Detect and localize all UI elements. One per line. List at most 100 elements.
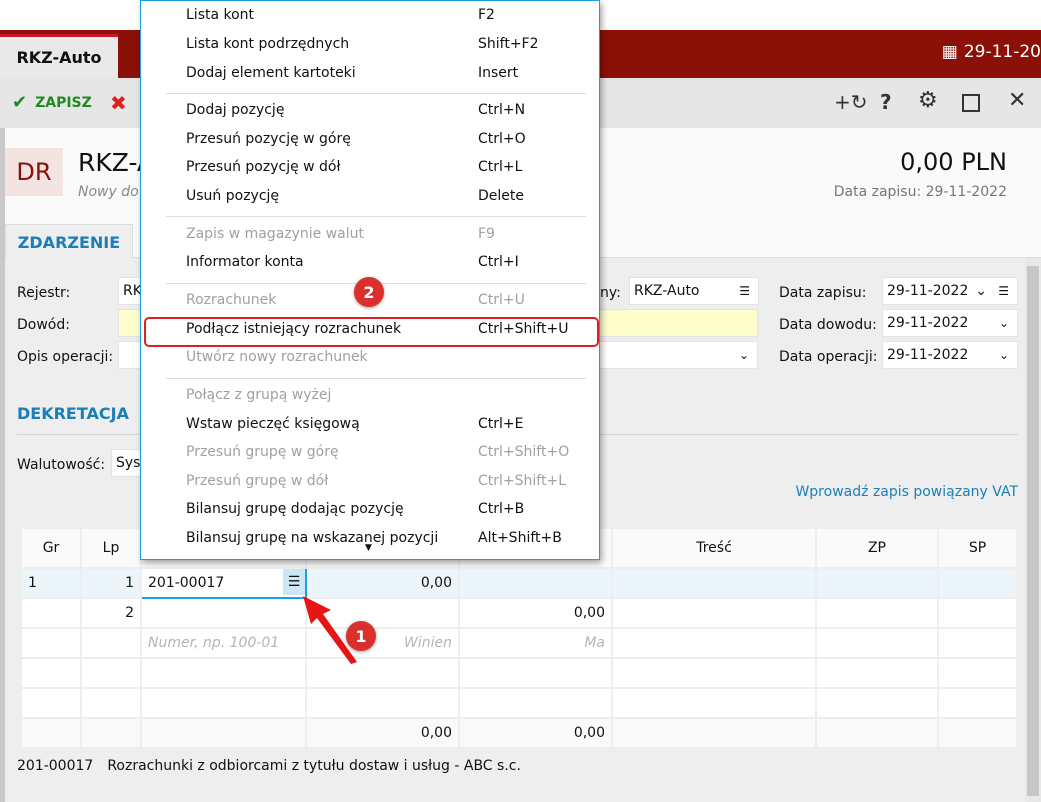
schema-label: ny: [600,285,621,301]
menu-item-shortcut: Ctrl+O [478,131,526,147]
vat-link[interactable]: Wprowadź zapis powiązany VAT [795,484,1018,500]
table-row-new[interactable]: Numer, np. 100-01 Winien Ma [20,627,1018,659]
menu-item-shortcut: Delete [478,188,524,204]
tab-zdarzenie[interactable]: ZDARZENIE [5,224,133,259]
save-label: ZAPISZ [35,94,92,111]
cell-tresc[interactable] [611,567,817,599]
cell-ma[interactable] [458,567,613,599]
menu-item-shortcut: Ctrl+Shift+O [478,444,570,460]
table-row-empty [20,687,1018,719]
col-sp[interactable]: SP [937,527,1018,569]
ma-placeholder[interactable]: Ma [458,627,613,659]
save-button[interactable]: ✔ ZAPISZ [12,92,92,113]
chevron-down-icon[interactable]: ⌄ [999,316,1009,330]
chevron-down-icon[interactable]: ⌄ [999,348,1009,362]
menu-item[interactable]: Lista kont F2 [186,7,596,23]
rejestr-label: Rejestr: [17,285,71,301]
record-date: Data zapisu: 29-11-2022 [833,184,1007,200]
konto-input[interactable]: 201-00017 ☰ [140,567,307,599]
menu-item[interactable]: Bilansuj grupę na wskazanej pozycji Alt+S… [186,530,596,546]
col-lp[interactable]: Lp [80,527,142,569]
data-zapisu-field[interactable]: 29-11-2022 ⌄ ☰ [882,277,1018,305]
cell-sp[interactable] [937,567,1018,599]
chevron-down-icon[interactable]: ⌄ [975,283,987,299]
chevron-down-icon[interactable]: ⌄ [739,348,749,362]
menu-item: Przesuń grupę w dół Ctrl+Shift+L [186,473,596,489]
total-winien: 0,00 [305,717,460,749]
menu-item[interactable]: Dodaj pozycję Ctrl+N [186,102,596,118]
maximize-icon[interactable] [962,94,980,112]
gear-icon[interactable]: ⚙ [918,88,938,113]
status-description: Rozrachunki z odbiorcami z tytułu dostaw… [107,758,521,774]
cell-tresc[interactable] [611,597,817,629]
close-icon[interactable]: ✕ [1008,88,1026,113]
konto-placeholder[interactable]: Numer, np. 100-01 [140,627,307,659]
data-zapisu-label: Data zapisu: [779,285,867,301]
menu-item-shortcut: Ctrl+U [478,292,525,308]
col-gr[interactable]: Gr [20,527,82,569]
menu-item-shortcut: Ctrl+L [478,159,523,175]
list-icon[interactable]: ☰ [998,284,1009,298]
menu-item: Zapis w magazynie walut F9 [186,226,596,242]
table-row[interactable]: 1 1 201-00017 ☰ 0,00 [20,567,1018,599]
menu-item-label: Bilansuj grupę dodając pozycję [186,501,404,517]
menu-item: Połącz z grupą wyżej [186,387,596,403]
menu-item-shortcut: Insert [478,65,519,81]
menu-item[interactable]: Wstaw pieczęć księgową Ctrl+E [186,416,596,432]
menu-item[interactable]: Lista kont podrzędnych Shift+F2 [186,36,596,52]
menu-item: Utwórz nowy rozrachunek [186,349,596,365]
scrollbar[interactable] [1025,258,1041,802]
cell-zp[interactable] [815,597,939,629]
table-totals: 0,00 0,00 [20,717,1018,749]
menu-item-label: Utwórz nowy rozrachunek [186,349,368,365]
menu-item[interactable]: Usuń pozycję Delete [186,188,596,204]
menu-item-label: Dodaj element kartoteki [186,65,356,81]
add-refresh-icon[interactable]: +↻ [834,90,868,114]
menu-item[interactable]: Bilansuj grupę dodając pozycję Ctrl+B [186,501,596,517]
menu-item-label: Dodaj pozycję [186,102,285,118]
cell-zp[interactable] [815,567,939,599]
cell-sp[interactable] [937,597,1018,629]
table-row[interactable]: 2 0,00 [20,597,1018,629]
table-row-empty [20,657,1018,689]
date-text: 29-11-20 [963,42,1041,62]
menu-separator [166,378,586,379]
cell-gr [20,627,82,659]
menu-item[interactable]: Przesuń pozycję w górę Ctrl+O [186,131,596,147]
opis-label: Opis operacji: [17,349,114,365]
menu-item[interactable]: Dodaj element kartoteki Insert [186,65,596,81]
menu-item-label: Lista kont podrzędnych [186,36,350,52]
cell-ma[interactable]: 0,00 [458,597,613,629]
list-icon[interactable]: ☰ [739,284,750,298]
menu-item-label: Wstaw pieczęć księgową [186,416,360,432]
cancel-icon[interactable]: ✖ [110,91,127,115]
schema-field[interactable]: RKZ-Auto ☰ [629,277,759,305]
amount: 0,00 PLN [900,148,1007,176]
konto-value: 201-00017 [148,575,225,591]
tab-rkz-auto[interactable]: RKZ-Auto [0,34,118,78]
cell-tresc[interactable] [611,627,817,659]
walutowosc-label: Walutowość: [17,457,106,473]
data-dowodu-field[interactable]: 29-11-2022 ⌄ [882,309,1018,337]
cell-konto[interactable] [140,597,307,629]
menu-item-shortcut: F9 [478,226,495,242]
menu-item-label: Informator konta [186,254,304,270]
scrollbar-thumb[interactable] [1027,266,1039,796]
menu-item-label: Przesuń grupę w górę [186,444,339,460]
menu-item-label: Przesuń pozycję w dół [186,159,341,175]
menu-item-label: Przesuń grupę w dół [186,473,329,489]
menu-item[interactable]: Informator konta Ctrl+I [186,254,596,270]
menu-item-shortcut: Ctrl+B [478,501,525,517]
menu-item: Rozrachunek Ctrl+U [186,292,596,308]
scroll-down-icon[interactable]: ▼ [365,543,372,553]
col-tresc[interactable]: Treść [611,527,817,569]
menu-item-shortcut: Alt+Shift+B [478,530,562,546]
cell-sp[interactable] [937,627,1018,659]
entries-table: Gr Lp Treść ZP SP 1 1 201-00017 ☰ 0,00 2 … [20,527,1018,749]
menu-item[interactable]: Przesuń pozycję w dół Ctrl+L [186,159,596,175]
col-zp[interactable]: ZP [815,527,939,569]
help-icon[interactable]: ? [880,90,892,114]
cell-zp[interactable] [815,627,939,659]
data-operacji-field[interactable]: 29-11-2022 ⌄ [882,341,1018,369]
menu-item-label: Lista kont [186,7,255,23]
